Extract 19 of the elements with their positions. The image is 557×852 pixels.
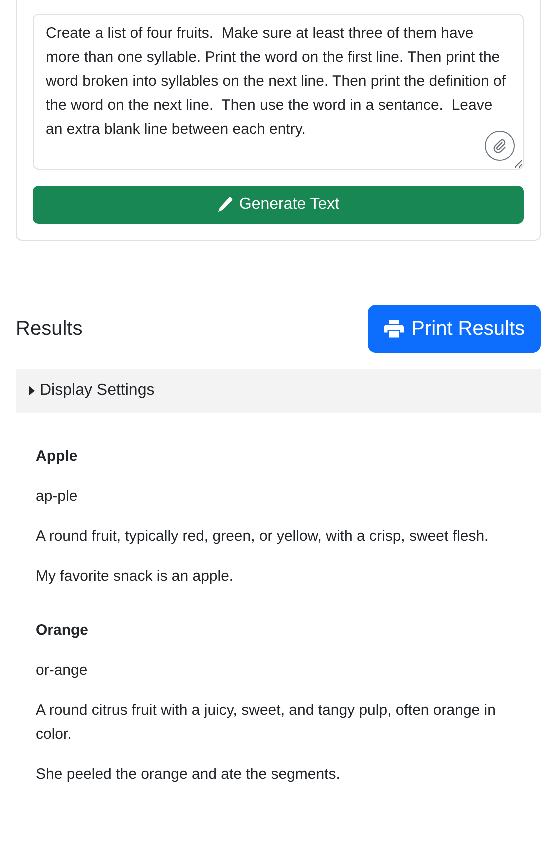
fruit-name: Apple <box>36 447 79 467</box>
example-sentence: She peeled the orange and ate the segments. <box>36 765 342 785</box>
definition-text: A round fruit, typically red, green, or yellow, with a crisp, sweet flesh. <box>36 527 490 547</box>
printer-icon <box>384 319 404 339</box>
generate-text-button[interactable]: Generate Text <box>33 186 524 224</box>
display-settings-toggle[interactable]: Display Settings <box>16 369 541 413</box>
syllables-text: ap-ple <box>36 487 79 507</box>
paperclip-icon <box>493 139 507 153</box>
example-sentence: My favorite snack is an apple. <box>36 567 235 587</box>
caret-right-icon <box>28 386 36 396</box>
prompt-field[interactable]: Create a list of four fruits. Make sure at least three of them have more than one syllable. Print the word on the first line. Then print the word broken into syllables on the next line. Then print the definition of the word on the next line. Then use the word in a sentance. Leave an extra blank line between each entry. <box>33 14 524 170</box>
fruit-name: Orange <box>36 621 90 641</box>
print-results-button[interactable]: Print Results <box>368 305 541 353</box>
pencil-icon <box>217 197 234 213</box>
definition-text: A round citrus fruit with a juicy, sweet, and tangy pulp, often orange in color. <box>36 701 497 745</box>
display-settings-label: Display Settings <box>40 381 155 401</box>
syllables-text: or-ange <box>36 661 89 681</box>
results-heading: Results <box>16 317 83 342</box>
attach-button[interactable] <box>485 131 515 161</box>
